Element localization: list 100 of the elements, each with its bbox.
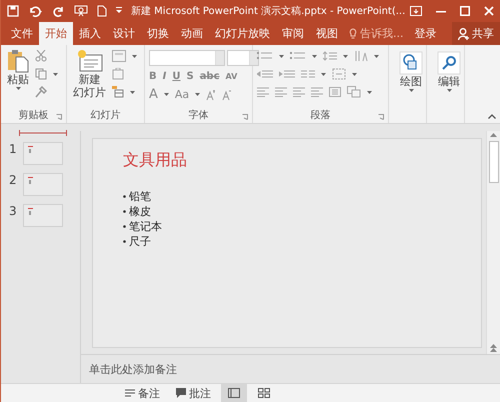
undo-icon[interactable] <box>28 5 44 17</box>
group-label: 段落 <box>310 110 330 121</box>
tell-me-field[interactable]: 告诉我... <box>344 22 408 45</box>
group-label: 幻灯片 <box>90 110 120 121</box>
ribbon-tab[interactable]: 插入 <box>73 22 107 45</box>
close-icon[interactable] <box>484 6 494 16</box>
caret-icon[interactable] <box>374 54 379 58</box>
new-slide-button[interactable]: 新建 幻灯片 <box>71 47 108 101</box>
paste-button[interactable]: 粘贴 <box>5 47 31 92</box>
dialog-launcher-icon[interactable] <box>56 114 62 120</box>
copy-icon[interactable] <box>35 68 47 80</box>
font-size-field[interactable] <box>227 50 259 66</box>
caret-icon[interactable] <box>312 54 317 58</box>
format-painter-icon[interactable] <box>35 86 47 98</box>
bullet-item: 尺子 <box>123 234 451 249</box>
text-direction-icon[interactable] <box>354 50 368 62</box>
vertical-scrollbar[interactable] <box>486 131 500 354</box>
caret-icon[interactable] <box>164 93 169 96</box>
caret-icon[interactable] <box>352 72 357 76</box>
slide-number: 1 <box>9 142 17 158</box>
search-icon <box>437 51 461 75</box>
insertion-line-icon <box>19 130 67 136</box>
ribbon-tab[interactable]: 开始 <box>39 22 73 45</box>
caret-icon[interactable] <box>279 54 284 58</box>
previous-slide-icon[interactable] <box>490 344 497 352</box>
decrease-indent-icon[interactable] <box>257 69 273 79</box>
slide-title: 文具用品 <box>123 150 188 171</box>
caret-icon[interactable] <box>130 90 135 94</box>
clipboard-icon <box>7 49 29 73</box>
align-center-icon[interactable] <box>275 87 287 97</box>
reset-icon[interactable] <box>112 68 124 80</box>
ribbon-display-icon[interactable] <box>410 6 422 16</box>
redo-icon[interactable] <box>53 5 65 17</box>
bullet-item: 橡皮 <box>123 204 451 219</box>
text-size-button[interactable]: A <box>149 87 158 102</box>
group-label: 字体 <box>188 110 208 121</box>
layout-icon[interactable] <box>112 50 126 62</box>
ribbon-tab[interactable]: 审阅 <box>276 22 310 45</box>
dialog-launcher-icon[interactable] <box>378 114 384 120</box>
font-style-button[interactable]: abc <box>200 71 220 82</box>
slide-canvas[interactable]: 文具用品 铅笔 橡皮 笔记本 尺子 <box>92 138 482 348</box>
increase-indent-icon[interactable] <box>279 69 295 79</box>
ribbon-tab[interactable]: 设计 <box>107 22 141 45</box>
slide-number: 2 <box>9 173 17 189</box>
align-right-icon[interactable] <box>293 87 305 97</box>
font-style-button[interactable]: S <box>186 71 194 82</box>
slide-thumbnail[interactable] <box>22 204 63 227</box>
align-left-icon[interactable] <box>257 87 269 97</box>
shrink-font-icon[interactable] <box>222 88 232 100</box>
caret-icon[interactable] <box>195 93 200 96</box>
collapse-ribbon-icon[interactable] <box>488 114 496 119</box>
comments-button[interactable]: 批注 <box>170 386 217 400</box>
caret-icon[interactable] <box>343 54 348 58</box>
ribbon-tab[interactable]: 视图 <box>310 22 344 45</box>
caret-icon[interactable] <box>321 72 326 76</box>
share-button[interactable]: 共享 <box>452 22 500 45</box>
ribbon-tab[interactable]: 动画 <box>175 22 209 45</box>
caret-icon <box>446 89 452 92</box>
notes-icon <box>125 389 135 397</box>
normal-view-icon <box>228 388 240 398</box>
font-style-button[interactable]: AV <box>226 72 238 81</box>
lightbulb-icon <box>349 28 357 40</box>
font-name-field[interactable] <box>149 50 225 66</box>
editing-button[interactable]: 编辑 <box>431 47 467 96</box>
caret-icon[interactable] <box>367 90 372 94</box>
caret-icon[interactable] <box>132 54 137 58</box>
numbering-icon[interactable] <box>290 51 306 61</box>
bullets-icon[interactable] <box>257 51 273 61</box>
bullet-icon <box>123 195 126 198</box>
cut-icon[interactable] <box>35 50 47 62</box>
text-size-button[interactable]: Aa <box>174 88 190 101</box>
font-style-button[interactable]: I <box>162 71 166 82</box>
caret-icon[interactable] <box>53 72 58 76</box>
sign-in-link[interactable]: 登录 <box>408 22 442 45</box>
bullet-item: 笔记本 <box>123 219 451 234</box>
slide-thumbnail[interactable] <box>22 173 63 196</box>
slide-thumbnail[interactable] <box>22 142 63 165</box>
distribute-icon[interactable] <box>329 87 341 97</box>
notes-button[interactable]: 备注 <box>119 386 166 400</box>
ribbon-tab[interactable]: 文件 <box>5 22 39 45</box>
slideshow-icon[interactable] <box>74 5 88 17</box>
justify-icon[interactable] <box>311 87 323 97</box>
maximize-icon[interactable] <box>460 6 470 16</box>
font-style-button[interactable]: B <box>149 71 157 82</box>
new-document-icon[interactable] <box>97 5 107 17</box>
line-spacing-icon[interactable] <box>323 51 337 61</box>
ribbon-tab[interactable]: 切换 <box>141 22 175 45</box>
normal-view-button[interactable] <box>221 384 247 402</box>
smartart-icon[interactable] <box>347 86 361 98</box>
save-icon[interactable] <box>7 5 19 17</box>
scroll-up-icon[interactable] <box>490 133 497 137</box>
ribbon-tab[interactable]: 幻灯片放映 <box>209 22 276 45</box>
scroll-thumb[interactable] <box>488 141 498 183</box>
align-text-icon[interactable] <box>332 68 346 80</box>
grow-font-icon[interactable] <box>206 88 216 100</box>
dialog-launcher-icon[interactable] <box>242 114 248 120</box>
font-style-button[interactable]: U <box>172 71 180 82</box>
columns-icon[interactable] <box>301 69 315 79</box>
drawing-button[interactable]: 绘图 <box>393 47 429 96</box>
section-icon[interactable] <box>112 86 124 98</box>
